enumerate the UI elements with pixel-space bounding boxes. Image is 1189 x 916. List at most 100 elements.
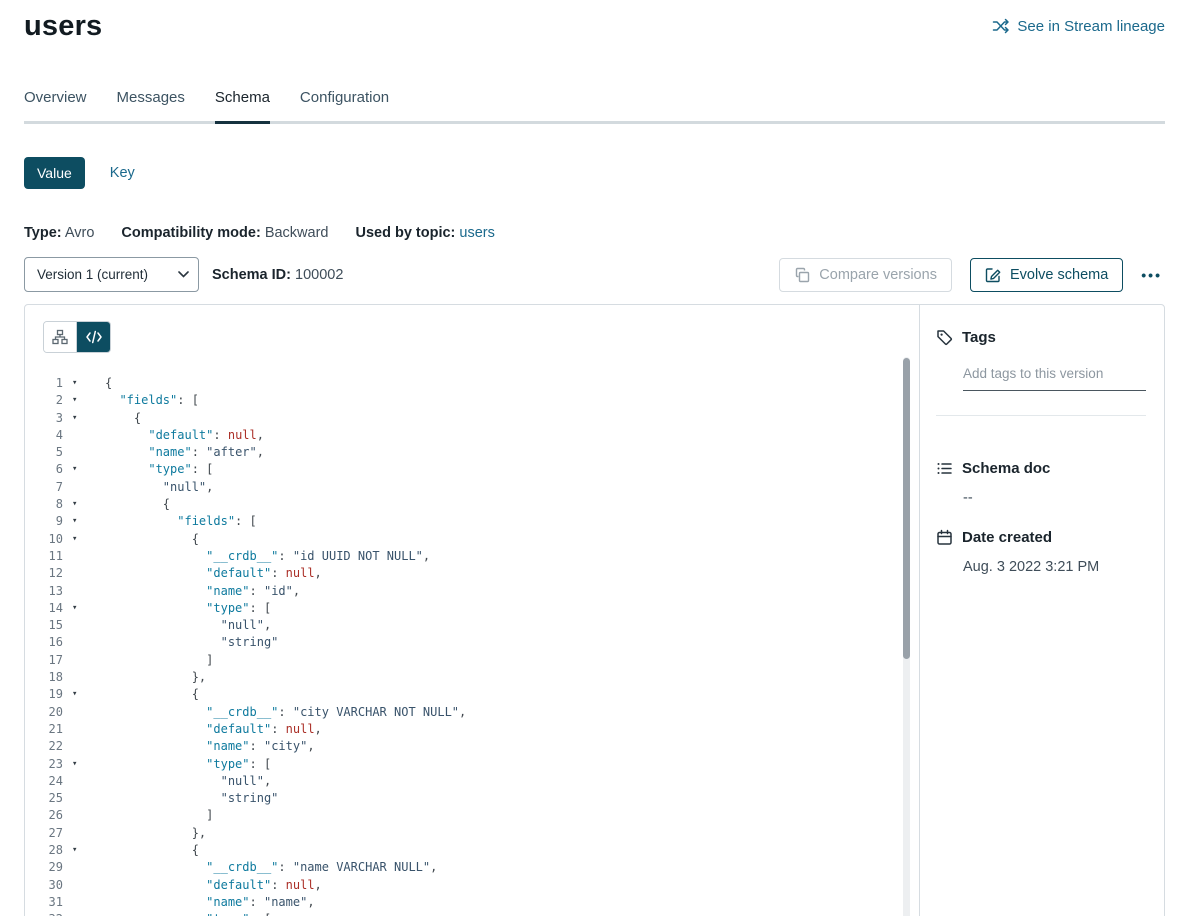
- code-text: "type": [: [105, 600, 271, 617]
- calendar-icon: [936, 529, 953, 546]
- schema-doc-section-header: Schema doc: [936, 460, 1146, 477]
- line-number: 7: [25, 479, 63, 496]
- tag-icon: [936, 329, 953, 346]
- line-number: 27: [25, 825, 63, 842]
- code-text: ]: [105, 807, 213, 824]
- compare-versions-button[interactable]: Compare versions: [779, 258, 952, 292]
- key-toggle-link[interactable]: Key: [110, 165, 135, 181]
- line-number: 11: [25, 548, 63, 565]
- code-text: "fields": [: [105, 513, 257, 530]
- evolve-schema-button[interactable]: Evolve schema: [970, 258, 1123, 292]
- code-text: "type": [: [105, 756, 271, 773]
- code-view-switcher: [43, 321, 111, 353]
- line-number: 1: [25, 375, 63, 392]
- fold-spacer: [63, 548, 105, 565]
- fold-spacer: [63, 859, 105, 876]
- fold-spacer: [63, 617, 105, 634]
- code-line: 19▾ {: [25, 686, 919, 703]
- code-text: {: [105, 410, 141, 427]
- tab-configuration[interactable]: Configuration: [300, 89, 389, 121]
- code-scrollbar-track[interactable]: [903, 357, 910, 916]
- line-number: 21: [25, 721, 63, 738]
- code-line: 12 "default": null,: [25, 565, 919, 582]
- more-options-button[interactable]: •••: [1138, 265, 1165, 285]
- page-header: users See in Stream lineage: [24, 0, 1165, 43]
- sidebar-divider: [936, 415, 1146, 416]
- tab-bar: Overview Messages Schema Configuration: [24, 89, 1165, 124]
- fold-spacer: [63, 583, 105, 600]
- value-key-toggle: Value Key: [24, 157, 1165, 189]
- fold-toggle-icon[interactable]: ▾: [63, 531, 105, 548]
- line-number: 12: [25, 565, 63, 582]
- version-select-wrap: Version 1 (current): [24, 257, 199, 292]
- code-text: "name": "after",: [105, 444, 264, 461]
- fold-toggle-icon[interactable]: ▾: [63, 375, 105, 392]
- code-text: "__crdb__": "id UUID NOT NULL",: [105, 548, 430, 565]
- compatibility-mode-label: Compatibility mode:: [121, 225, 260, 241]
- code-line: 29 "__crdb__": "name VARCHAR NULL",: [25, 859, 919, 876]
- schema-type: Type: Avro: [24, 225, 94, 241]
- code-text: "string": [105, 790, 278, 807]
- line-number: 6: [25, 461, 63, 478]
- fold-spacer: [63, 444, 105, 461]
- tab-overview[interactable]: Overview: [24, 89, 87, 121]
- page-title: users: [24, 10, 102, 43]
- schema-type-value: Avro: [65, 225, 95, 241]
- code-scrollbar-thumb[interactable]: [903, 358, 910, 659]
- topic-link[interactable]: users: [459, 225, 494, 241]
- line-number: 18: [25, 669, 63, 686]
- fold-toggle-icon[interactable]: ▾: [63, 756, 105, 773]
- line-number: 14: [25, 600, 63, 617]
- tab-messages[interactable]: Messages: [117, 89, 185, 121]
- fold-toggle-icon[interactable]: ▾: [63, 600, 105, 617]
- add-tags-input[interactable]: [963, 366, 1146, 391]
- fold-spacer: [63, 634, 105, 651]
- code-line: 24 "null",: [25, 773, 919, 790]
- value-toggle-button[interactable]: Value: [24, 157, 85, 189]
- list-icon: [936, 460, 953, 477]
- code-line: 16 "string": [25, 634, 919, 651]
- code-text: "__crdb__": "name VARCHAR NULL",: [105, 859, 437, 876]
- code-text: {: [105, 686, 199, 703]
- code-view-button[interactable]: [77, 322, 110, 352]
- fold-toggle-icon[interactable]: ▾: [63, 513, 105, 530]
- code-line: 25 "string": [25, 790, 919, 807]
- tags-title: Tags: [962, 329, 996, 346]
- compare-icon: [794, 267, 810, 283]
- code-line: 10▾ {: [25, 531, 919, 548]
- fold-spacer: [63, 807, 105, 824]
- line-number: 20: [25, 704, 63, 721]
- fold-toggle-icon[interactable]: ▾: [63, 686, 105, 703]
- code-text: "name": "name",: [105, 894, 315, 911]
- fold-toggle-icon[interactable]: ▾: [63, 392, 105, 409]
- fold-spacer: [63, 738, 105, 755]
- line-number: 8: [25, 496, 63, 513]
- line-number: 13: [25, 583, 63, 600]
- line-number: 2: [25, 392, 63, 409]
- code-line: 18 },: [25, 669, 919, 686]
- code-line: 15 "null",: [25, 617, 919, 634]
- stream-lineage-link[interactable]: See in Stream lineage: [992, 17, 1165, 35]
- line-number: 4: [25, 427, 63, 444]
- fold-spacer: [63, 721, 105, 738]
- line-number: 32: [25, 911, 63, 916]
- schema-id-label: Schema ID:: [212, 267, 291, 283]
- schema-doc-value: --: [963, 490, 1146, 506]
- line-number: 16: [25, 634, 63, 651]
- version-select[interactable]: Version 1 (current): [24, 257, 199, 292]
- code-text: {: [105, 842, 199, 859]
- tab-schema[interactable]: Schema: [215, 89, 270, 121]
- fold-spacer: [63, 790, 105, 807]
- fold-toggle-icon[interactable]: ▾: [63, 461, 105, 478]
- code-text: {: [105, 531, 199, 548]
- code-line: 17 ]: [25, 652, 919, 669]
- tree-view-icon: [52, 329, 68, 345]
- fold-toggle-icon[interactable]: ▾: [63, 842, 105, 859]
- code-line: 8▾ {: [25, 496, 919, 513]
- code-text: ]: [105, 652, 213, 669]
- version-toolbar: Version 1 (current) Schema ID: 100002 Co…: [24, 257, 1165, 292]
- tree-view-button[interactable]: [44, 322, 77, 352]
- fold-toggle-icon[interactable]: ▾: [63, 911, 105, 916]
- fold-toggle-icon[interactable]: ▾: [63, 496, 105, 513]
- fold-toggle-icon[interactable]: ▾: [63, 410, 105, 427]
